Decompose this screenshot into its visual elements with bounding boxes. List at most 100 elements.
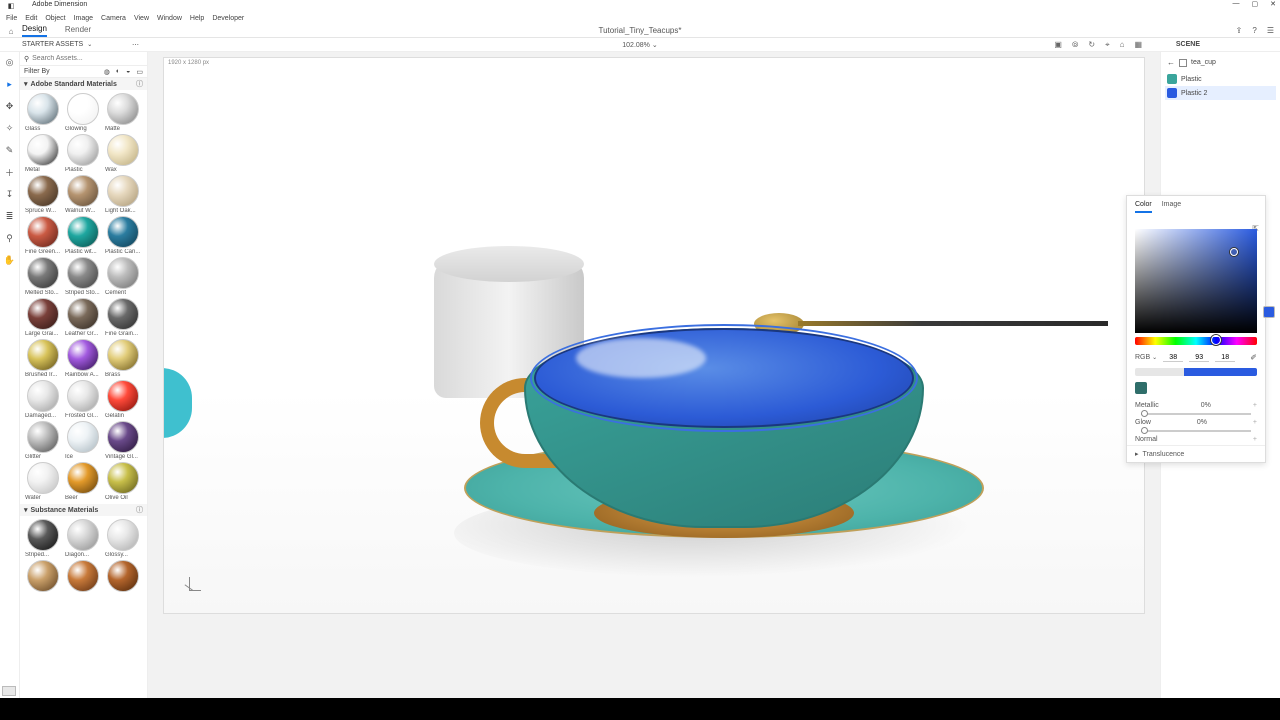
material-swatch[interactable]: Vintage Gl... (104, 421, 142, 460)
starter-assets-dropdown[interactable]: STARTER ASSETS (22, 41, 83, 48)
section-caret-icon[interactable]: ▾ (24, 80, 28, 88)
scene-material-row[interactable]: Plastic 2 (1165, 86, 1276, 100)
material-swatch[interactable]: Beer (64, 462, 102, 501)
scene-object-name[interactable]: tea_cup (1191, 59, 1216, 66)
tab-image[interactable]: Image (1162, 201, 1181, 213)
tool-horizon-icon[interactable]: ≣ (4, 210, 16, 222)
home-view-icon[interactable]: ⌂ (1120, 40, 1125, 50)
material-swatch[interactable]: Metal (24, 134, 62, 173)
material-swatch[interactable]: Walnut W... (64, 175, 102, 214)
info-icon[interactable]: ⓘ (136, 505, 143, 515)
material-swatch[interactable]: Gelatin (104, 380, 142, 419)
home-icon[interactable]: ⌂ (6, 26, 16, 36)
info-icon[interactable]: ⓘ (136, 79, 143, 89)
color-g-input[interactable] (1189, 354, 1209, 362)
hue-slider[interactable] (1135, 337, 1257, 345)
material-swatch[interactable]: Brass (104, 339, 142, 378)
material-swatch[interactable]: Fine Grain... (104, 298, 142, 337)
camera-bookmark-icon[interactable]: ▣ (1054, 40, 1062, 50)
color-panel[interactable]: Color Image ⇱ RGB ⌄ ✐ Metallic 0% + Glow… (1126, 195, 1266, 463)
color-field[interactable] (1135, 229, 1257, 333)
tool-select-icon[interactable]: ▸ (4, 78, 16, 90)
share-icon[interactable]: ⇪ (1236, 26, 1243, 35)
tool-move-icon[interactable]: ✥ (4, 100, 16, 112)
render-preview-icon[interactable]: ▦ (1134, 40, 1142, 50)
material-swatch[interactable]: Fine Green... (24, 216, 62, 255)
material-swatch[interactable]: Glitter (24, 421, 62, 460)
help-icon[interactable]: ? (1252, 26, 1256, 35)
alpha-slider[interactable] (1135, 368, 1257, 376)
material-swatch[interactable]: Matte (104, 93, 142, 132)
mode-render[interactable]: Render (65, 25, 91, 36)
material-swatch[interactable]: Light Oak... (104, 175, 142, 214)
material-swatch[interactable]: Glossy... (104, 519, 142, 558)
color-field-picker[interactable] (1230, 248, 1238, 256)
translucence-label[interactable]: Translucence (1143, 451, 1185, 458)
material-swatch[interactable] (24, 560, 62, 593)
hue-picker[interactable] (1211, 335, 1221, 345)
material-swatch[interactable]: Plastic Can... (104, 216, 142, 255)
refresh-icon[interactable]: ↻ (1088, 40, 1095, 50)
app-menu-icon[interactable]: ◧ (4, 2, 18, 10)
menu-camera[interactable]: Camera (101, 15, 126, 22)
section-caret-icon[interactable]: ▾ (24, 506, 28, 514)
add-prop-icon[interactable]: + (1253, 402, 1257, 409)
feedback-icon[interactable]: ☰ (1267, 26, 1274, 35)
scene-material-row[interactable]: Plastic (1165, 72, 1276, 86)
material-swatch[interactable]: Brushed Ir... (24, 339, 62, 378)
zoom-level[interactable]: 102.08% ⌄ (622, 41, 657, 49)
mode-design[interactable]: Design (22, 24, 47, 37)
material-swatch[interactable]: Striped Sto... (64, 257, 102, 296)
chevron-right-icon[interactable]: ▸ (1135, 450, 1139, 458)
tool-zoom-icon[interactable]: ⚲ (4, 232, 16, 244)
material-swatch[interactable]: Water (24, 462, 62, 501)
metallic-slider[interactable] (1141, 413, 1251, 415)
chevron-down-icon[interactable]: ⌄ (1152, 354, 1157, 361)
filter-models-icon[interactable]: ◍ (104, 68, 110, 76)
material-swatch[interactable] (64, 560, 102, 593)
filter-materials-icon[interactable]: ◐ (116, 68, 120, 76)
window-close[interactable]: ✕ (1270, 0, 1276, 8)
tab-color[interactable]: Color (1135, 201, 1152, 213)
material-swatch[interactable]: Large Grai... (24, 298, 62, 337)
add-prop-icon[interactable]: + (1253, 419, 1257, 426)
previous-color-swatch[interactable] (1135, 382, 1147, 394)
add-prop-icon[interactable]: + (1253, 436, 1257, 443)
teacup-interior[interactable] (534, 328, 914, 428)
filter-images-icon[interactable]: ▭ (136, 68, 143, 76)
spoon-object[interactable] (754, 313, 1114, 329)
color-b-input[interactable] (1215, 354, 1235, 362)
material-swatch[interactable]: Glass (24, 93, 62, 132)
filter-lights-icon[interactable]: ◒ (126, 68, 130, 76)
material-swatch[interactable]: Leather Gr... (64, 298, 102, 337)
eyedropper-icon[interactable]: ✐ (1250, 353, 1257, 362)
frame-icon[interactable]: ⌖ (1105, 40, 1110, 50)
material-swatch[interactable]: Glowing (64, 93, 102, 132)
material-swatch[interactable]: Ice (64, 421, 102, 460)
viewport[interactable]: 1920 x 1280 px (148, 52, 1160, 720)
tool-align-icon[interactable]: ↧ (4, 188, 16, 200)
tool-add-icon[interactable]: ＋ (4, 166, 16, 178)
glow-slider[interactable] (1141, 430, 1251, 432)
panel-menu-icon[interactable]: ⋯ (132, 41, 140, 49)
color-r-input[interactable] (1163, 354, 1183, 362)
menu-edit[interactable]: Edit (25, 15, 37, 22)
material-swatch[interactable]: Cement (104, 257, 142, 296)
material-swatch[interactable]: Rainbow A... (64, 339, 102, 378)
window-maximize[interactable]: ▢ (1252, 0, 1259, 8)
material-swatch[interactable]: Wax (104, 134, 142, 173)
material-swatch[interactable]: Plastic (64, 134, 102, 173)
color-mode-select[interactable]: RGB (1135, 354, 1150, 361)
canvas[interactable]: 1920 x 1280 px (164, 58, 1144, 613)
material-swatch[interactable]: Diagon... (64, 519, 102, 558)
menu-file[interactable]: File (6, 15, 17, 22)
tool-magic-wand-icon[interactable]: ✧ (4, 122, 16, 134)
material-swatch[interactable]: Melted Sto... (24, 257, 62, 296)
material-swatch[interactable]: Damaged... (24, 380, 62, 419)
material-swatch[interactable]: Striped... (24, 519, 62, 558)
material-swatch[interactable]: Spruce W... (24, 175, 62, 214)
menu-view[interactable]: View (134, 15, 149, 22)
taskbar-app-icon[interactable] (2, 686, 16, 696)
scene-back-icon[interactable]: ← (1167, 58, 1175, 67)
menu-help[interactable]: Help (190, 15, 204, 22)
